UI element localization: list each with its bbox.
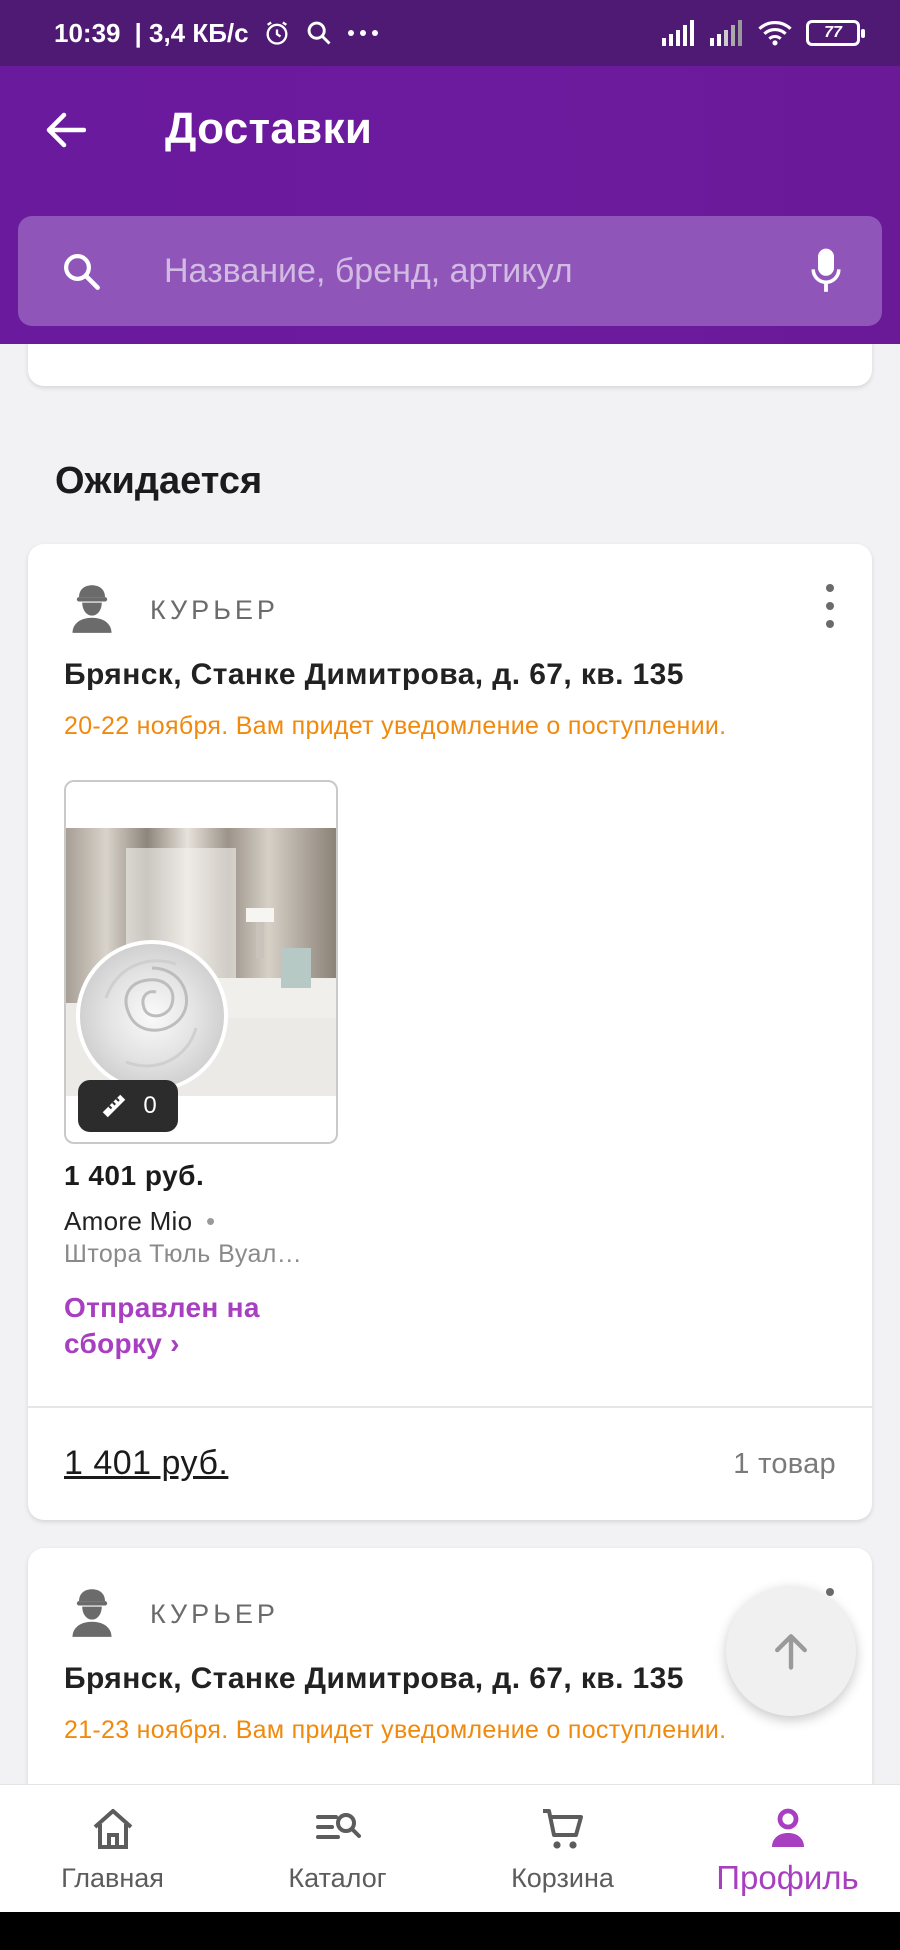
- order-status-link[interactable]: Отправлен на сборку ›: [64, 1290, 324, 1362]
- nav-label-catalog: Каталог: [288, 1863, 387, 1893]
- home-icon: [93, 1809, 132, 1849]
- size-count: 0: [143, 1092, 157, 1119]
- nav-item-profile[interactable]: Профиль: [675, 1785, 900, 1912]
- delivery-eta: 20-22 ноября. Вам придет уведомление о п…: [64, 712, 727, 740]
- nav-item-home[interactable]: Главная: [0, 1785, 225, 1912]
- product-thumbnail[interactable]: 0: [64, 780, 338, 1144]
- microphone-icon[interactable]: [806, 247, 846, 295]
- delivery-card[interactable]: КУРЬЕР Брянск, Станке Димитрова, д. 67, …: [28, 544, 872, 1520]
- scroll-to-top-button[interactable]: [726, 1586, 856, 1716]
- bottom-navigation: Главная Каталог Корзина Профиль: [0, 1784, 900, 1912]
- courier-icon: [66, 1586, 118, 1643]
- profile-icon: [771, 1808, 804, 1847]
- app-bar: Доставки: [0, 66, 900, 344]
- search-icon: [305, 19, 333, 47]
- nav-item-catalog[interactable]: Каталог: [225, 1785, 450, 1912]
- nav-item-cart[interactable]: Корзина: [450, 1785, 675, 1912]
- delivery-type-label: КУРЬЕР: [150, 1599, 279, 1629]
- catalog-search-icon: [315, 1813, 361, 1839]
- ruler-icon: [103, 1094, 126, 1118]
- brand-separator: •: [205, 1206, 216, 1236]
- battery-level: 77: [824, 24, 842, 41]
- status-time: 10:39: [54, 17, 121, 48]
- search-bar[interactable]: [18, 216, 882, 326]
- arrow-up-icon: [775, 1634, 807, 1670]
- system-navigation-bar: [0, 1912, 900, 1950]
- product-brand: Amore Mio: [64, 1206, 193, 1236]
- courier-icon: [66, 582, 118, 639]
- battery-icon: 77: [806, 20, 865, 46]
- previous-delivery-card[interactable]: [28, 344, 872, 386]
- product-image: [66, 828, 336, 1096]
- nav-label-profile: Профиль: [716, 1859, 859, 1896]
- product-name: Штора Тюль Вуал…: [64, 1240, 303, 1268]
- page-title: Доставки: [165, 104, 373, 153]
- product-price: 1 401 руб.: [64, 1160, 205, 1191]
- deliveries-list: Ожидается КУРЬЕР Брянск, Станке Димитров…: [0, 344, 900, 1784]
- product-brand-line: Amore Mio •: [64, 1206, 215, 1237]
- nav-label-cart: Корзина: [511, 1863, 614, 1893]
- wifi-icon: [758, 20, 792, 46]
- delivery-eta: 21-23 ноября. Вам придет уведомление о п…: [64, 1716, 727, 1744]
- back-button[interactable]: [40, 104, 92, 156]
- search-input[interactable]: [164, 251, 806, 291]
- size-badge: 0: [78, 1080, 178, 1132]
- nav-label-home: Главная: [61, 1863, 164, 1893]
- signal-icon: [710, 20, 744, 46]
- status-bar: 10:39 | 3,4 КБ/с 77: [0, 0, 900, 66]
- divider: [28, 1406, 872, 1408]
- delivery-total[interactable]: 1 401 руб.: [64, 1444, 228, 1483]
- cart-icon: [542, 1809, 583, 1849]
- delivery-type: КУРЬЕР: [66, 582, 279, 639]
- more-dots-icon: [347, 28, 379, 38]
- status-speed: | 3,4 КБ/с: [134, 17, 249, 48]
- more-options-icon[interactable]: [820, 584, 840, 628]
- signal-icon: [662, 20, 696, 46]
- delivery-type-label: КУРЬЕР: [150, 595, 279, 625]
- delivery-type: КУРЬЕР: [66, 1586, 279, 1643]
- item-count: 1 товар: [733, 1448, 836, 1480]
- delivery-address: Брянск, Станке Димитрова, д. 67, кв. 135: [64, 1662, 684, 1695]
- alarm-icon: [263, 19, 291, 47]
- delivery-address: Брянск, Станке Димитрова, д. 67, кв. 135: [64, 658, 684, 691]
- section-title-expected: Ожидается: [55, 460, 263, 502]
- back-arrow-icon: [46, 112, 86, 148]
- search-icon: [60, 250, 120, 292]
